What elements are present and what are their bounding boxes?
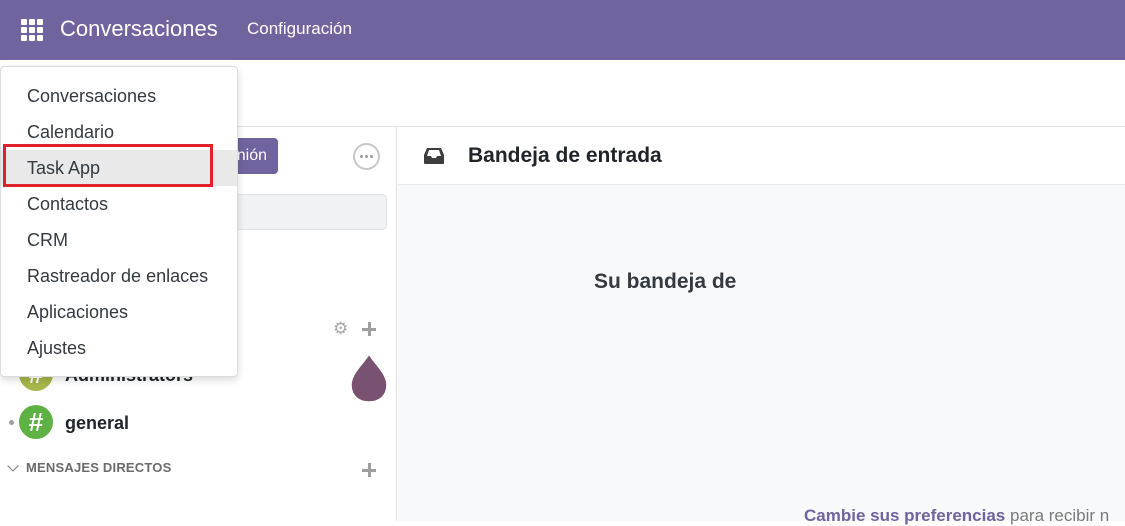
menu-item-crm[interactable]: CRM	[1, 222, 237, 258]
direct-messages-header[interactable]: MENSAJES DIRECTOS	[7, 459, 172, 475]
channel-row-general[interactable]: # general	[0, 401, 397, 441]
apps-menu-icon[interactable]	[21, 19, 43, 41]
menu-item-task-app[interactable]: Task App	[1, 150, 237, 186]
menu-item-rastreador-de-enlaces[interactable]: Rastreador de enlaces	[1, 258, 237, 294]
add-direct-message-icon[interactable]	[362, 463, 376, 477]
app-title[interactable]: Conversaciones	[60, 16, 218, 42]
empty-inbox-suffix: para recibir n	[1010, 506, 1110, 525]
channel-hash-icon: #	[19, 405, 53, 439]
unread-dot	[9, 420, 14, 425]
channel-name: general	[65, 413, 130, 433]
menu-item-calendario[interactable]: Calendario	[1, 114, 237, 150]
gear-icon[interactable]: ⚙	[333, 320, 349, 337]
apps-dropdown-menu: Conversaciones Calendario Task App Conta…	[0, 66, 238, 377]
menu-item-conversaciones[interactable]: Conversaciones	[1, 78, 237, 114]
menu-configuration[interactable]: Configuración	[247, 19, 352, 39]
chevron-down-icon	[7, 459, 19, 472]
empty-inbox-text: Cambie sus preferencias para recibir n	[804, 506, 1109, 526]
preferences-link[interactable]: Cambie sus preferencias	[804, 506, 1005, 525]
add-channel-icon[interactable]	[362, 322, 376, 336]
menu-item-aplicaciones[interactable]: Aplicaciones	[1, 294, 237, 330]
direct-messages-label: MENSAJES DIRECTOS	[26, 460, 172, 475]
inbox-icon	[424, 148, 444, 164]
top-navbar: Conversaciones Configuración	[0, 0, 1125, 60]
message-list	[398, 185, 1125, 521]
user-avatar-icon[interactable]	[350, 353, 388, 405]
thread-header: Bandeja de entrada	[398, 127, 1125, 185]
menu-item-ajustes[interactable]: Ajustes	[1, 330, 237, 366]
more-options-icon[interactable]	[353, 143, 380, 170]
page-title: Bandeja de entrada	[468, 144, 662, 167]
empty-inbox-title: Su bandeja de	[594, 270, 737, 293]
menu-item-contactos[interactable]: Contactos	[1, 186, 237, 222]
